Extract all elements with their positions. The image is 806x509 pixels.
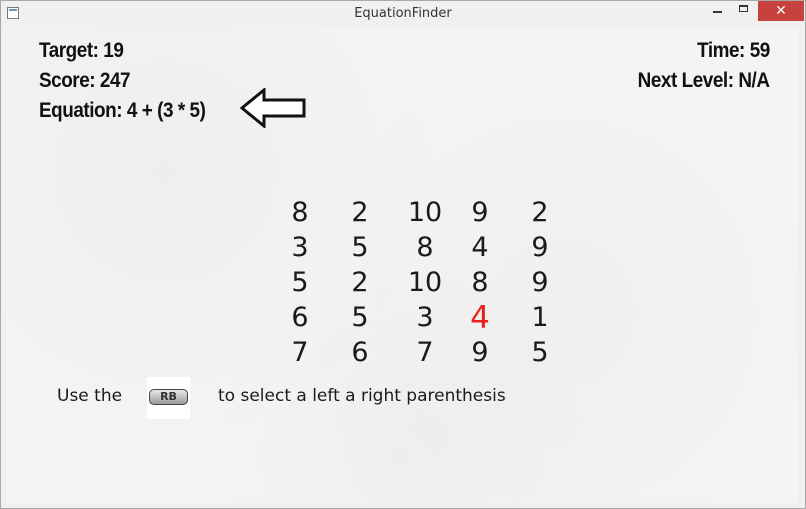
grid-cell[interactable]: 10 — [395, 266, 455, 300]
left-arrow-outline-icon — [240, 88, 306, 128]
minimize-button[interactable] — [704, 1, 731, 21]
maximize-icon — [739, 5, 748, 12]
grid-cell[interactable]: 8 — [450, 266, 510, 300]
number-grid: 8 2 10 9 2 3 5 8 4 9 5 2 10 8 9 6 5 3 4 1 7 6 7 9 5 — [270, 196, 550, 376]
grid-cell-selected[interactable]: 4 — [450, 301, 510, 335]
close-icon: ✕ — [775, 3, 787, 19]
grid-cell[interactable]: 8 — [395, 231, 455, 265]
time-display: Time: 59 — [697, 39, 770, 62]
grid-cell[interactable]: 5 — [270, 266, 330, 300]
grid-cell[interactable]: 6 — [330, 336, 390, 370]
grid-cell[interactable]: 4 — [450, 231, 510, 265]
grid-cell[interactable]: 9 — [510, 266, 570, 300]
grid-cell[interactable]: 3 — [395, 301, 455, 335]
grid-cell[interactable]: 5 — [510, 336, 570, 370]
maximize-button[interactable] — [731, 1, 758, 21]
grid-cell[interactable]: 2 — [510, 196, 570, 230]
hint-text-after: to select a left a right parenthesis — [218, 386, 506, 406]
grid-cell[interactable]: 2 — [330, 196, 390, 230]
target-display: Target: 19 — [39, 39, 124, 62]
score-display: Score: 247 — [39, 69, 131, 92]
grid-cell[interactable]: 10 — [395, 196, 455, 230]
rb-button-label: RB — [149, 389, 188, 405]
grid-cell[interactable]: 5 — [330, 231, 390, 265]
minimize-icon — [713, 11, 722, 13]
game-area: Target: 19 Score: 247 Equation: 4 + (3 *… — [7, 29, 798, 503]
next-level-display: Next Level: N/A — [638, 69, 770, 92]
rb-button-graphic: RB — [147, 377, 190, 419]
grid-cell[interactable]: 2 — [330, 266, 390, 300]
grid-cell[interactable]: 9 — [450, 336, 510, 370]
grid-cell[interactable]: 7 — [270, 336, 330, 370]
hint-text-before: Use the — [57, 386, 123, 406]
grid-cell[interactable]: 7 — [395, 336, 455, 370]
grid-cell[interactable]: 1 — [510, 301, 570, 335]
grid-cell[interactable]: 9 — [510, 231, 570, 265]
grid-cell[interactable]: 9 — [450, 196, 510, 230]
app-window: EquationFinder ✕ Target: 19 Score: 247 E… — [0, 0, 806, 509]
window-title: EquationFinder — [354, 6, 452, 21]
grid-cell[interactable]: 6 — [270, 301, 330, 335]
close-button[interactable]: ✕ — [758, 1, 804, 21]
grid-cell[interactable]: 8 — [270, 196, 330, 230]
grid-cell[interactable]: 3 — [270, 231, 330, 265]
grid-cell[interactable]: 5 — [330, 301, 390, 335]
title-bar[interactable]: EquationFinder ✕ — [1, 1, 805, 28]
equation-display: Equation: 4 + (3 * 5) — [39, 99, 206, 122]
